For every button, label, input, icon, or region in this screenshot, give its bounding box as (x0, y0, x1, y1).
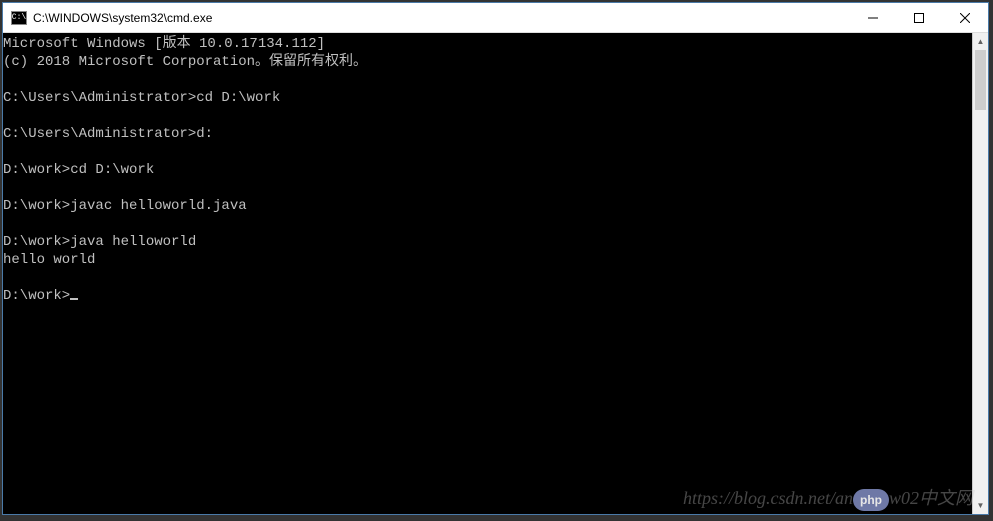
scroll-down-button[interactable]: ▼ (973, 497, 988, 514)
minimize-button[interactable] (850, 3, 896, 32)
titlebar[interactable]: C:\ C:\WINDOWS\system32\cmd.exe (3, 3, 988, 33)
cmd-window: C:\ C:\WINDOWS\system32\cmd.exe Microsof… (2, 2, 989, 515)
close-button[interactable] (942, 3, 988, 32)
cursor (70, 298, 78, 300)
cmd-icon: C:\ (11, 11, 27, 25)
scrollbar-thumb[interactable] (975, 50, 986, 110)
scrollbar-track[interactable] (973, 50, 988, 497)
vertical-scrollbar[interactable]: ▲ ▼ (972, 33, 988, 514)
terminal-output[interactable]: Microsoft Windows [版本 10.0.17134.112] (c… (3, 33, 972, 514)
window-title: C:\WINDOWS\system32\cmd.exe (33, 11, 850, 25)
window-controls (850, 3, 988, 32)
scroll-up-button[interactable]: ▲ (973, 33, 988, 50)
maximize-button[interactable] (896, 3, 942, 32)
console-area: Microsoft Windows [版本 10.0.17134.112] (c… (3, 33, 988, 514)
